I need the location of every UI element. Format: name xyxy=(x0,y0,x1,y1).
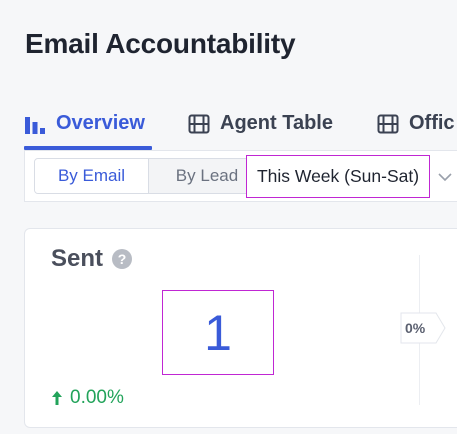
card-title: Sent ? xyxy=(51,245,133,273)
tab-overview-label: Overview xyxy=(56,112,145,134)
tab-office[interactable]: Offic xyxy=(377,96,455,151)
view-mode-toggle: By Email By Lead xyxy=(34,158,266,194)
tab-office-label: Offic xyxy=(409,112,455,134)
tab-agent-table[interactable]: Agent Table xyxy=(188,96,333,151)
tab-overview[interactable]: Overview xyxy=(24,96,145,151)
tab-bar: Overview Agent Table Offic xyxy=(0,96,457,151)
arrow-up-icon xyxy=(52,391,62,405)
chevron-down-icon[interactable] xyxy=(437,169,453,185)
sent-count-box: 1 xyxy=(162,290,274,375)
table-icon xyxy=(188,114,210,133)
by-email-button[interactable]: By Email xyxy=(35,159,149,193)
sent-count: 1 xyxy=(204,304,232,361)
table-icon xyxy=(377,114,399,133)
filter-bar: By Email By Lead This Week (Sun-Sat) xyxy=(24,150,457,202)
date-range-select[interactable]: This Week (Sun-Sat) xyxy=(246,155,430,198)
tab-agent-table-label: Agent Table xyxy=(220,112,333,134)
change-value: 0.00% xyxy=(70,387,124,408)
sent-card: Sent ? 1 0.00% 0% xyxy=(24,228,457,428)
help-icon[interactable]: ? xyxy=(112,249,133,269)
card-title-label: Sent xyxy=(51,245,104,272)
change-indicator: 0.00% xyxy=(51,387,124,409)
funnel-percentage: 0% xyxy=(405,320,426,336)
page-title: Email Accountability xyxy=(25,28,296,59)
bar-chart-icon xyxy=(25,116,45,134)
